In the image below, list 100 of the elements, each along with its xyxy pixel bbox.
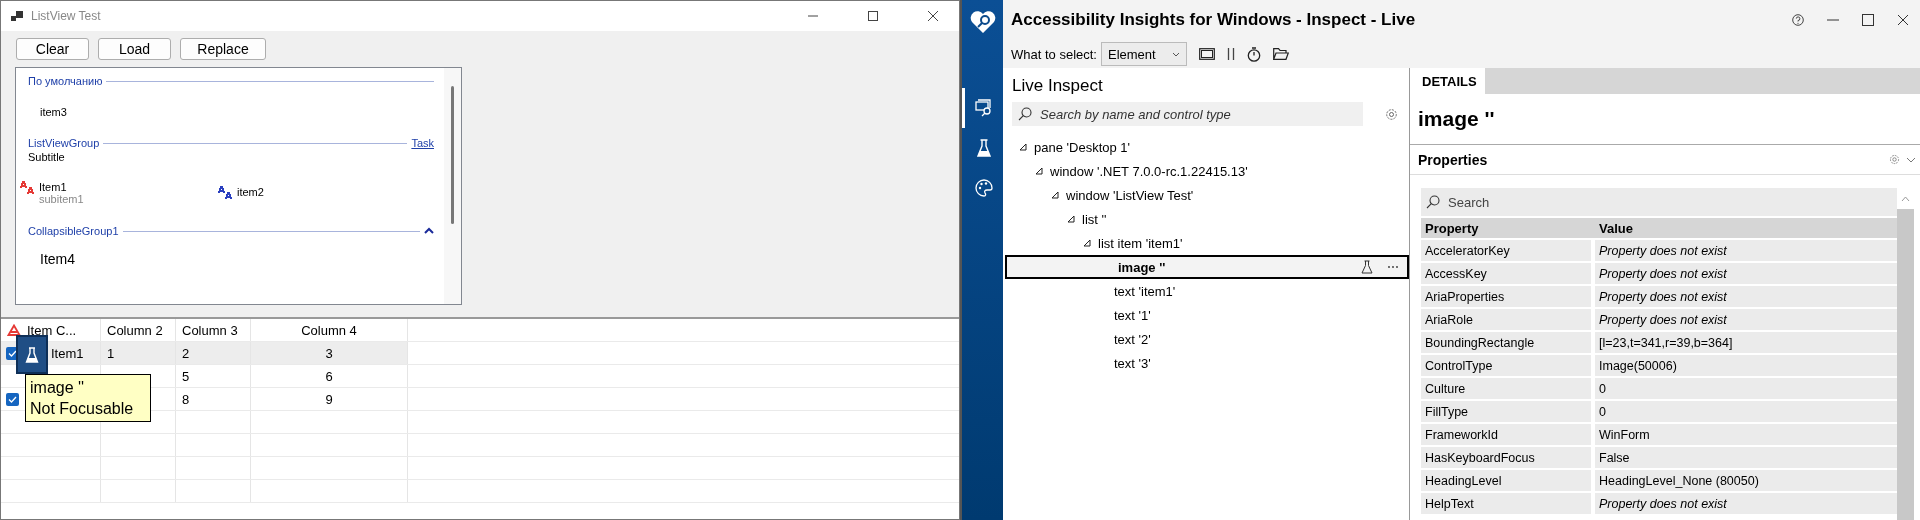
column-header[interactable]: Column 3 <box>176 319 251 341</box>
element-title: image '' <box>1410 94 1920 145</box>
folder-icon[interactable] <box>1273 48 1289 60</box>
expanded-triangle-icon[interactable] <box>1035 167 1043 175</box>
property-name: HeadingLevel <box>1421 470 1591 491</box>
group-header[interactable]: CollapsibleGroup1 <box>28 225 119 237</box>
column-header[interactable]: Column 4 <box>251 319 408 341</box>
property-value: False <box>1595 447 1897 468</box>
maximize-icon[interactable] <box>1862 14 1874 26</box>
expanded-triangle-icon[interactable] <box>1067 215 1075 223</box>
icon-item-label[interactable]: Item1 <box>39 181 84 193</box>
property-name: AriaRole <box>1421 309 1591 330</box>
search-icon <box>1426 195 1440 209</box>
tree-item[interactable]: text '3' <box>1003 351 1409 375</box>
icon-item-label[interactable]: item2 <box>237 186 264 198</box>
flask-icon <box>977 139 991 157</box>
what-to-select-label: What to select: <box>1011 46 1097 62</box>
property-value: 0 <box>1595 401 1897 422</box>
element-dropdown[interactable]: Element <box>1101 42 1187 66</box>
search-field[interactable]: Search by name and control type <box>1012 102 1363 126</box>
tree-item[interactable]: text '2' <box>1003 327 1409 351</box>
heart-magnifier-logo-icon <box>969 10 996 34</box>
property-name: FillType <box>1421 401 1591 422</box>
expanded-triangle-icon[interactable] <box>1083 239 1091 247</box>
property-value: 0 <box>1595 378 1897 399</box>
pause-icon[interactable] <box>1227 48 1235 60</box>
search-input[interactable]: Search by name and control type <box>1038 105 1363 123</box>
table-cell: Item1 <box>51 345 84 361</box>
tree-item[interactable]: text 'item1' <box>1003 279 1409 303</box>
inspect-icon <box>975 99 993 117</box>
table-cell: 1 <box>107 345 115 361</box>
property-name: AriaProperties <box>1421 286 1591 307</box>
flask-icon[interactable] <box>1361 260 1373 274</box>
property-name: BoundingRectangle <box>1421 332 1591 353</box>
property-name: Culture <box>1421 378 1591 399</box>
table-cell: 9 <box>325 391 333 407</box>
scrollbar-thumb[interactable] <box>451 86 454 224</box>
table-cell: 3 <box>325 345 333 361</box>
tree-item[interactable]: window 'ListView Test' <box>1003 183 1409 207</box>
more-icon[interactable] <box>1387 265 1399 269</box>
group-header: ListViewGroup <box>28 137 100 149</box>
table-cell: 2 <box>182 345 190 361</box>
timer-icon[interactable] <box>1247 46 1261 62</box>
property-value: Property does not exist <box>1595 240 1897 261</box>
property-value: Property does not exist <box>1595 286 1897 307</box>
settings-icon[interactable] <box>1385 107 1398 121</box>
tree-item[interactable]: image '' <box>1005 255 1409 279</box>
property-value: [l=23,t=341,r=39,b=364] <box>1595 332 1897 353</box>
screen-rectangle-icon[interactable] <box>1199 48 1215 60</box>
chevron-down-icon <box>1172 51 1180 57</box>
property-value: Property does not exist <box>1595 493 1897 514</box>
tree-item[interactable]: list '' <box>1003 207 1409 231</box>
property-value: Image(50006) <box>1595 355 1897 376</box>
search-input[interactable]: Search <box>1446 193 1897 211</box>
search-field[interactable]: Search <box>1421 188 1897 216</box>
list-row[interactable]: Item1 1 2 3 <box>1 342 959 365</box>
property-name: AccessKey <box>1421 263 1591 284</box>
details-tab[interactable]: DETAILS <box>1414 68 1485 94</box>
expanded-triangle-icon[interactable] <box>1019 143 1027 151</box>
column-header[interactable]: Column 2 <box>101 319 176 341</box>
table-cell: 6 <box>325 368 333 384</box>
property-value: HeadingLevel_None (80050) <box>1595 470 1897 491</box>
icon-item-label[interactable]: Item4 <box>40 251 75 267</box>
property-name: ControlType <box>1421 355 1591 376</box>
close-icon[interactable] <box>927 10 939 22</box>
tree-item[interactable]: text '1' <box>1003 303 1409 327</box>
property-value: Property does not exist <box>1595 263 1897 284</box>
property-value: WinForm <box>1595 424 1897 445</box>
help-icon[interactable] <box>1792 14 1804 26</box>
checkbox[interactable] <box>6 392 19 406</box>
group-subtitle: Subtitle <box>28 151 66 163</box>
task-link[interactable]: Task <box>411 137 434 149</box>
chevron-down-icon[interactable] <box>1906 156 1916 163</box>
chevron-up-icon[interactable] <box>424 227 434 235</box>
subitem-text: subitem1 <box>39 193 84 205</box>
flask-icon <box>25 346 39 363</box>
property-value: Property does not exist <box>1595 309 1897 330</box>
icon-item-label[interactable]: item3 <box>40 106 67 118</box>
pane-title: Live Inspect <box>1011 75 1104 97</box>
app-icon <box>11 10 23 22</box>
maximize-icon[interactable] <box>867 10 879 22</box>
property-name: AcceleratorKey <box>1421 240 1591 261</box>
property-name: HasKeyboardFocus <box>1421 447 1591 468</box>
window-title: Accessibility Insights for Windows - Inspect - Live <box>1011 10 1416 30</box>
section-title: Properties <box>1418 151 1488 168</box>
push-button[interactable]: Load <box>98 38 171 60</box>
push-button[interactable]: Clear <box>16 38 89 60</box>
search-icon <box>1018 107 1032 121</box>
property-name: HelpText <box>1421 493 1591 514</box>
tree-item[interactable]: list item 'item1' <box>1003 231 1409 255</box>
table-cell: 8 <box>182 391 190 407</box>
letter-a-icon <box>7 324 21 336</box>
push-button[interactable]: Replace <box>180 38 266 60</box>
group-header: По умолчанию <box>28 75 103 87</box>
window-title: ListView Test <box>31 9 101 23</box>
table-cell: 5 <box>182 368 190 384</box>
close-icon[interactable] <box>1897 14 1909 26</box>
expanded-triangle-icon[interactable] <box>1051 191 1059 199</box>
tree-item[interactable]: window '.NET 7.0.0-rc.1.22415.13' <box>1003 159 1409 183</box>
tree-item[interactable]: pane 'Desktop 1' <box>1003 135 1409 159</box>
